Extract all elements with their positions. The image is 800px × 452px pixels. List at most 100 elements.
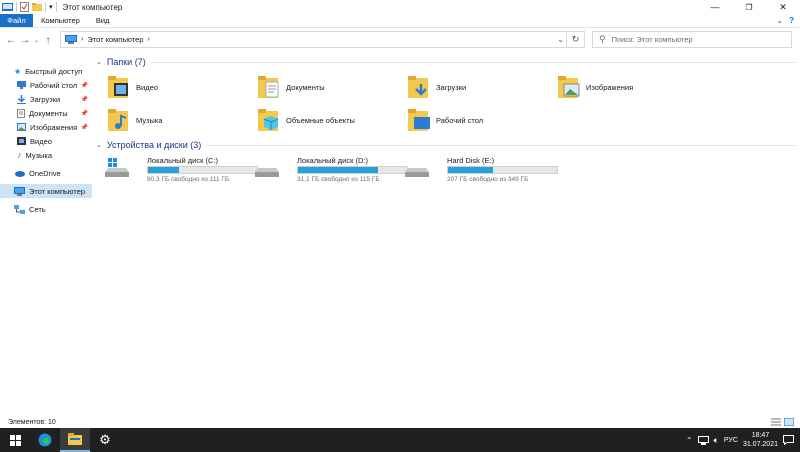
tab-view[interactable]: Вид (88, 14, 118, 27)
folder-pictures[interactable]: Изображения (558, 72, 633, 102)
group-header-folders[interactable]: ⌄ Папки (7) (96, 57, 796, 67)
network-status-icon[interactable] (697, 435, 709, 445)
explorer-app-icon[interactable] (2, 2, 13, 12)
tab-computer[interactable]: Компьютер (33, 14, 88, 27)
sidebar-item-quick-access[interactable]: ★ Быстрый доступ (0, 64, 92, 78)
folder-music[interactable]: Музыка (108, 105, 163, 135)
video-folder-icon (108, 76, 128, 98)
properties-icon[interactable] (20, 2, 29, 12)
customize-toolbar-icon[interactable]: ▾ (49, 3, 53, 11)
system-tray: ⌃ 🔈︎ РУС 18:47 31.07.2021 (686, 428, 800, 452)
chevron-up-icon[interactable]: ⌃ (686, 436, 693, 445)
search-box[interactable]: ⚲ Поиск: Этот компьютер (592, 31, 792, 48)
pin-icon: 📌 (80, 110, 88, 117)
windows-logo-icon (9, 434, 21, 446)
search-input[interactable]: Поиск: Этот компьютер (612, 35, 693, 44)
close-button[interactable]: ✕ (766, 0, 800, 14)
arrow-up-icon: ↑ (45, 34, 51, 46)
navigation-pane: ★ Быстрый доступ Рабочий стол 📌 Загрузки… (0, 52, 92, 412)
sidebar-item-label: Рабочий стол (30, 80, 78, 90)
minimize-icon: — (710, 2, 720, 12)
star-icon: ★ (14, 66, 22, 76)
volume-icon[interactable]: 🔈︎ (714, 435, 719, 446)
clock-time: 18:47 (751, 432, 770, 439)
pin-icon: 📌 (80, 124, 88, 131)
start-button[interactable] (0, 428, 30, 452)
drive-usage-bar (447, 166, 558, 174)
drive-usage-fill (148, 167, 179, 173)
forward-button[interactable]: → (18, 32, 32, 48)
sidebar-item-desktop[interactable]: Рабочий стол 📌 (0, 78, 92, 92)
folder-desktop[interactable]: Рабочий стол (408, 105, 483, 135)
drive-usage-fill (298, 167, 378, 173)
details-view-icon[interactable] (771, 418, 781, 426)
documents-icon (17, 108, 25, 118)
sidebar-item-label: Изображения (30, 122, 78, 132)
help-icon[interactable]: ? (789, 16, 794, 25)
pictures-folder-icon (558, 76, 580, 98)
sidebar-item-downloads[interactable]: Загрузки 📌 (0, 92, 92, 106)
sidebar-item-documents[interactable]: Документы 📌 (0, 106, 92, 120)
address-bar[interactable]: › Этот компьютер › ⌄ ↻ (60, 31, 585, 48)
computer-icon (14, 186, 25, 196)
drive-free-space: 80,3 ГБ свободно из 111 ГБ (147, 176, 230, 183)
music-icon: ♪ (17, 150, 22, 160)
notifications-icon[interactable] (783, 435, 794, 445)
documents-folder-icon (258, 76, 279, 98)
drive-label: Локальный диск (C:) (147, 156, 218, 165)
drive-d[interactable]: Локальный диск (D:) 31,1 ГБ свободно из … (254, 152, 408, 183)
desktop-icon (17, 81, 26, 89)
windows-drive-icon (105, 158, 129, 177)
sidebar-item-video[interactable]: Видео (0, 134, 92, 148)
tab-file[interactable]: Файл (0, 14, 33, 27)
clock[interactable]: 18:47 31.07.2021 (743, 431, 778, 449)
large-icons-view-icon[interactable] (784, 418, 794, 426)
sidebar-item-label: Документы (29, 108, 68, 118)
arrow-right-icon: → (20, 34, 30, 46)
file-explorer-icon (68, 433, 82, 445)
close-icon: ✕ (779, 1, 787, 12)
up-button[interactable]: ↑ (41, 32, 55, 48)
window-controls: — ❐ ✕ (698, 0, 800, 14)
folder-label: Рабочий стол (436, 115, 484, 125)
network-icon (14, 204, 25, 214)
folder-downloads[interactable]: Загрузки (408, 72, 466, 102)
expand-ribbon-icon[interactable]: ⌄ (776, 16, 783, 25)
sidebar-item-label: Сеть (29, 204, 46, 214)
drive-usage-fill (448, 167, 493, 173)
breadcrumb-separator-icon: › (147, 36, 150, 43)
pictures-icon (17, 123, 26, 131)
taskbar-explorer-button[interactable] (60, 428, 90, 452)
refresh-button[interactable]: ↻ (566, 32, 584, 47)
folder-3d-objects[interactable]: Объемные объекты (258, 105, 355, 135)
folder-documents[interactable]: Документы (258, 72, 325, 102)
address-dropdown-icon[interactable]: ⌄ (557, 35, 564, 44)
sidebar-item-label: Быстрый доступ (25, 66, 83, 76)
sidebar-item-music[interactable]: ♪ Музыка (0, 148, 92, 162)
sidebar-item-label: OneDrive (29, 168, 61, 178)
sidebar-item-this-pc[interactable]: Этот компьютер (0, 184, 92, 198)
pin-icon: 📌 (80, 82, 88, 89)
sidebar-item-pictures[interactable]: Изображения 📌 (0, 120, 92, 134)
drive-label: Hard Disk (E:) (447, 156, 495, 165)
new-folder-icon[interactable] (32, 2, 42, 12)
drive-c[interactable]: Локальный диск (C:) 80,3 ГБ свободно из … (104, 152, 258, 183)
recent-locations-button[interactable]: ⌄ (32, 32, 41, 48)
folder-video[interactable]: Видео (108, 72, 158, 102)
chevron-down-icon: ⌄ (33, 37, 40, 44)
back-button[interactable]: ← (4, 32, 18, 48)
maximize-button[interactable]: ❐ (732, 0, 766, 14)
taskbar-settings-button[interactable]: ⚙ (90, 428, 120, 452)
breadcrumb[interactable]: Этот компьютер (87, 35, 143, 44)
item-count: Элементов: 10 (8, 418, 56, 426)
taskbar-edge-button[interactable] (30, 428, 60, 452)
drive-usage-bar (297, 166, 408, 174)
input-language[interactable]: РУС (724, 437, 738, 444)
folder-label: Изображения (586, 82, 634, 92)
sidebar-item-onedrive[interactable]: OneDrive (0, 166, 92, 180)
minimize-button[interactable]: — (698, 0, 732, 14)
group-header-drives[interactable]: ⌄ Устройства и диски (3) (96, 140, 796, 150)
folder-label: Документы (286, 82, 325, 92)
drive-e[interactable]: Hard Disk (E:) 207 ГБ свободно из 349 ГБ (404, 152, 558, 183)
sidebar-item-network[interactable]: Сеть (0, 202, 92, 216)
